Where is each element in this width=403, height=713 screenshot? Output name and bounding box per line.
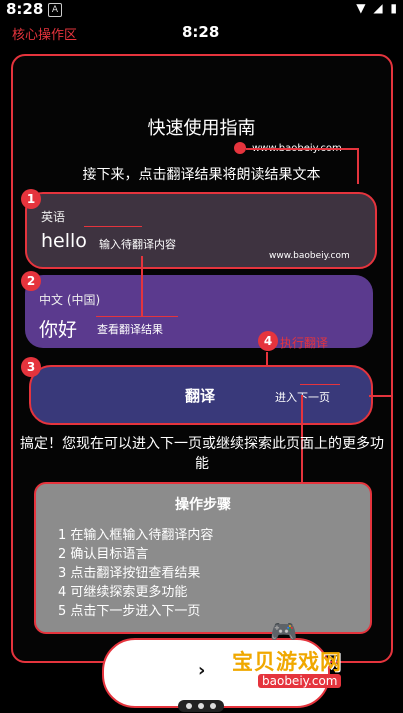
connector-line <box>246 148 358 150</box>
step-badge-1: 1 <box>21 189 41 209</box>
card-watermark: www.baobeiy.com <box>269 251 350 261</box>
pointer-dot-icon <box>234 142 246 154</box>
step-item: 2 确认目标语言 <box>58 547 149 562</box>
page-dot <box>210 703 216 709</box>
step-badge-4: 4 <box>258 331 278 351</box>
target-language-label: 中文 (中国) <box>39 293 101 307</box>
step-badge-2: 2 <box>21 271 41 291</box>
connector-line <box>300 384 340 385</box>
steps-panel: 操作步骤 1 在输入框输入待翻译内容 2 确认目标语言 3 点击翻译按钮查看结果… <box>34 482 372 634</box>
page-dot <box>186 703 192 709</box>
source-text[interactable]: hello <box>41 230 87 252</box>
site-logo-url: baobeiy.com <box>258 674 342 688</box>
translate-button[interactable]: 翻译 进入下一页 <box>29 365 373 425</box>
status-bar: 8:28 A ▼ ◢ ▮ <box>0 0 403 18</box>
header-time: 8:28 <box>182 23 220 41</box>
site-logo-text: 宝贝游戏网 <box>232 650 342 674</box>
translate-label: 翻译 <box>185 387 216 405</box>
battery-icon: ▮ <box>390 1 399 15</box>
chevron-right-icon[interactable]: › <box>198 660 205 681</box>
step-item: 1 在输入框输入待翻译内容 <box>58 528 214 543</box>
signal-icon: ◢ <box>373 1 385 15</box>
gamepad-icon: 🎮 <box>270 620 298 645</box>
connector-line <box>84 226 142 227</box>
step4-label: 执行翻译 <box>280 336 329 350</box>
page-dot <box>198 703 204 709</box>
page-indicator <box>178 700 224 712</box>
connector-line <box>96 316 178 317</box>
steps-title: 操作步骤 <box>175 497 231 513</box>
step-item: 3 点击翻译按钮查看结果 <box>58 566 201 581</box>
source-input-card[interactable]: 英语 hello 输入待翻译内容 www.baobeiy.com <box>25 192 377 269</box>
step-badge-3: 3 <box>21 357 41 377</box>
guide-subtitle: 接下来，点击翻译结果将朗读结果文本 <box>82 167 321 183</box>
target-hint: 查看翻译结果 <box>97 323 163 336</box>
target-text[interactable]: 你好 <box>39 315 77 342</box>
connector-line <box>369 395 391 397</box>
done-message: 搞定！您现在可以进入下一页或继续探索此页面上的更多功能 <box>20 436 384 472</box>
step-item: 5 点击下一步进入下一页 <box>58 604 201 619</box>
step-item: 4 可继续探索更多功能 <box>58 585 188 600</box>
connector-line <box>141 256 143 316</box>
status-icons: ▼ ◢ ▮ <box>356 1 399 15</box>
source-language-label: 英语 <box>41 210 66 224</box>
status-time: 8:28 <box>6 0 44 18</box>
header-title: 核心操作区 <box>12 28 78 43</box>
notification-icon: A <box>48 3 62 17</box>
source-hint: 输入待翻译内容 <box>99 238 176 251</box>
guide-title: 快速使用指南 <box>147 118 256 139</box>
wifi-icon: ▼ <box>356 1 368 15</box>
